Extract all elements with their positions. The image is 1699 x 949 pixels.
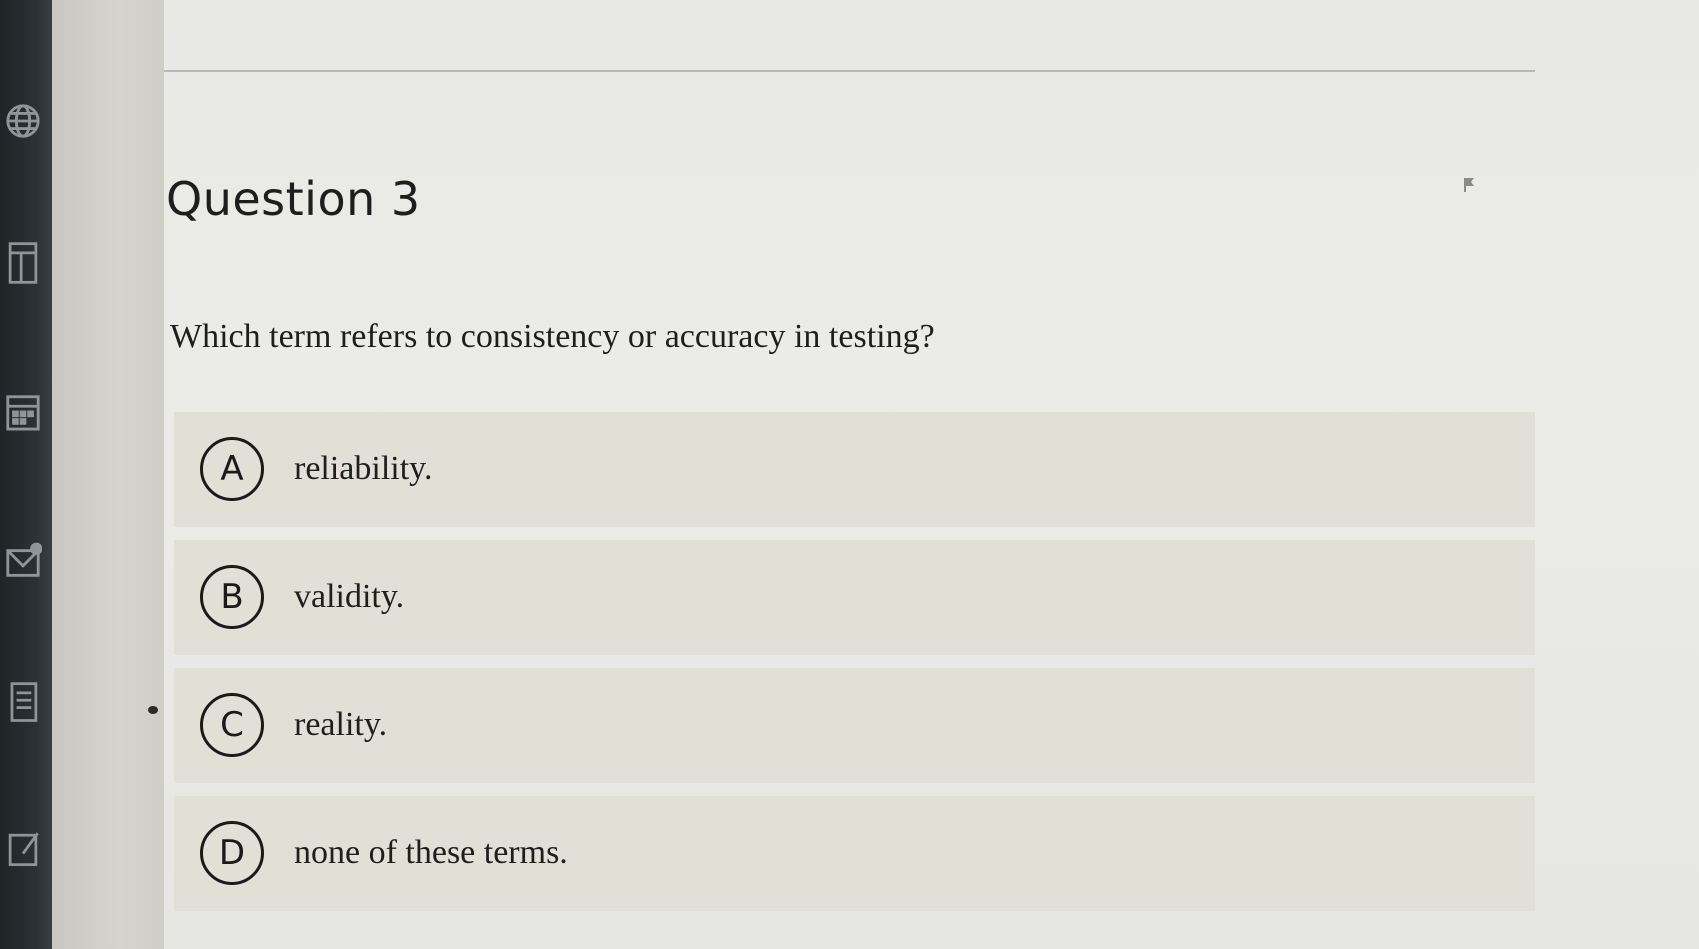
answer-option-c[interactable]: C reality. — [174, 668, 1535, 783]
option-letter: B — [200, 565, 264, 629]
option-label: none of these terms. — [294, 834, 568, 871]
divider — [164, 70, 1535, 72]
globe-icon[interactable] — [4, 98, 42, 144]
answer-option-d[interactable]: D none of these terms. — [174, 796, 1535, 911]
app-rail — [0, 0, 52, 949]
panel-icon[interactable] — [4, 240, 42, 286]
calendar-icon[interactable] — [4, 388, 42, 434]
page-gutter — [52, 0, 164, 949]
option-letter: A — [200, 437, 264, 501]
question-title: Question 3 — [166, 172, 421, 226]
edit-icon[interactable] — [4, 826, 42, 872]
answer-option-a[interactable]: A reliability. — [174, 412, 1535, 527]
option-label: reality. — [294, 706, 388, 743]
option-label: reliability. — [294, 450, 433, 487]
question-text: Which term refers to consistency or accu… — [170, 318, 935, 355]
flag-icon[interactable] — [1460, 176, 1478, 199]
gutter-mark — [148, 706, 158, 714]
answer-option-b[interactable]: B validity. — [174, 540, 1535, 655]
document-icon[interactable] — [4, 680, 42, 726]
option-label: validity. — [294, 578, 405, 615]
answer-options: A reliability. B validity. C reality. D … — [174, 412, 1535, 924]
option-letter: C — [200, 693, 264, 757]
inbox-icon[interactable] — [4, 540, 43, 586]
option-letter: D — [200, 821, 264, 885]
